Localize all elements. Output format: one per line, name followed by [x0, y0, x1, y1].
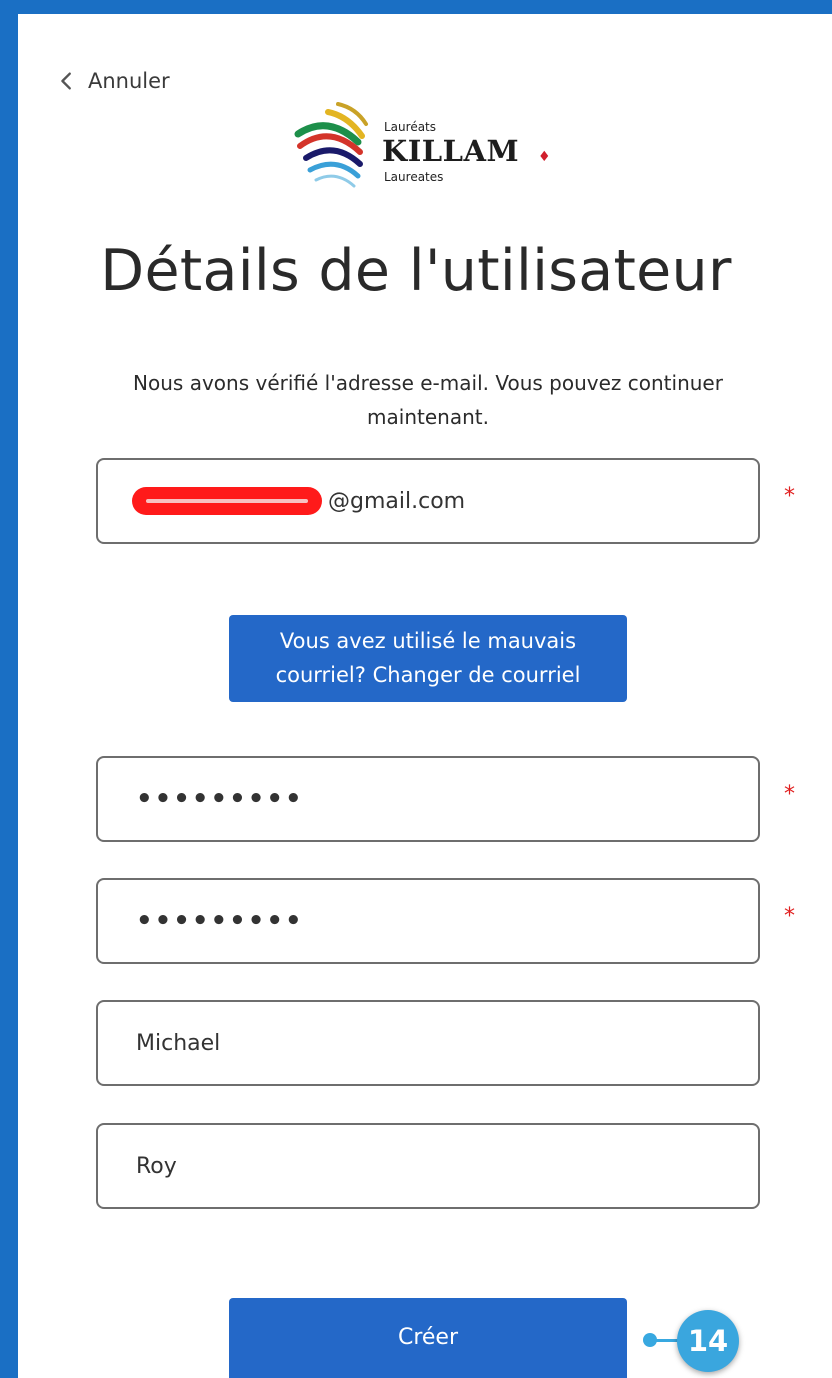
left-frame-border — [0, 0, 18, 1378]
password-value: ••••••••• — [136, 784, 304, 814]
change-email-label-line1: Vous avez utilisé le mauvais — [279, 629, 577, 653]
create-button[interactable]: Créer — [229, 1298, 627, 1378]
last-name-value: Roy — [136, 1153, 177, 1179]
last-name-field[interactable]: Roy — [96, 1123, 760, 1209]
email-domain: @gmail.com — [328, 488, 466, 514]
maple-leaf-icon: ♦ — [538, 149, 551, 165]
logo-text-english: Laureates — [384, 170, 444, 184]
email-field[interactable]: @gmail.com — [96, 458, 760, 544]
required-marker-email: * — [784, 484, 795, 509]
top-frame-border — [0, 0, 832, 14]
email-redaction-mark — [132, 487, 322, 515]
step-number-badge: 14 — [677, 1310, 739, 1372]
email-value: @gmail.com — [132, 487, 466, 515]
page-title: Détails de l'utilisateur — [100, 238, 732, 304]
killam-emblem-icon — [294, 102, 368, 188]
cancel-label: Annuler — [88, 69, 170, 93]
required-marker-confirm-password: * — [784, 904, 795, 929]
logo-text-francais: Lauréats — [384, 120, 437, 134]
first-name-value: Michael — [136, 1030, 221, 1056]
confirm-password-field[interactable]: ••••••••• — [96, 878, 760, 964]
change-email-button[interactable]: Vous avez utilisé le mauvais courriel? C… — [229, 615, 627, 702]
chevron-left-icon — [61, 72, 71, 90]
verification-message: Nous avons vérifié l'adresse e-mail. Vou… — [133, 371, 723, 429]
confirm-password-value: ••••••••• — [136, 906, 304, 936]
first-name-field[interactable]: Michael — [96, 1000, 760, 1086]
annotation-pointer-line — [648, 1339, 680, 1342]
cancel-link[interactable]: Annuler — [56, 64, 170, 98]
logo-text-killam: KILLAM — [382, 134, 520, 168]
change-email-label-line2: courriel? Changer de courriel — [275, 663, 581, 687]
required-marker-password: * — [784, 782, 795, 807]
killam-logo: Lauréats KILLAM Laureates ♦ — [288, 94, 568, 198]
password-field[interactable]: ••••••••• — [96, 756, 760, 842]
